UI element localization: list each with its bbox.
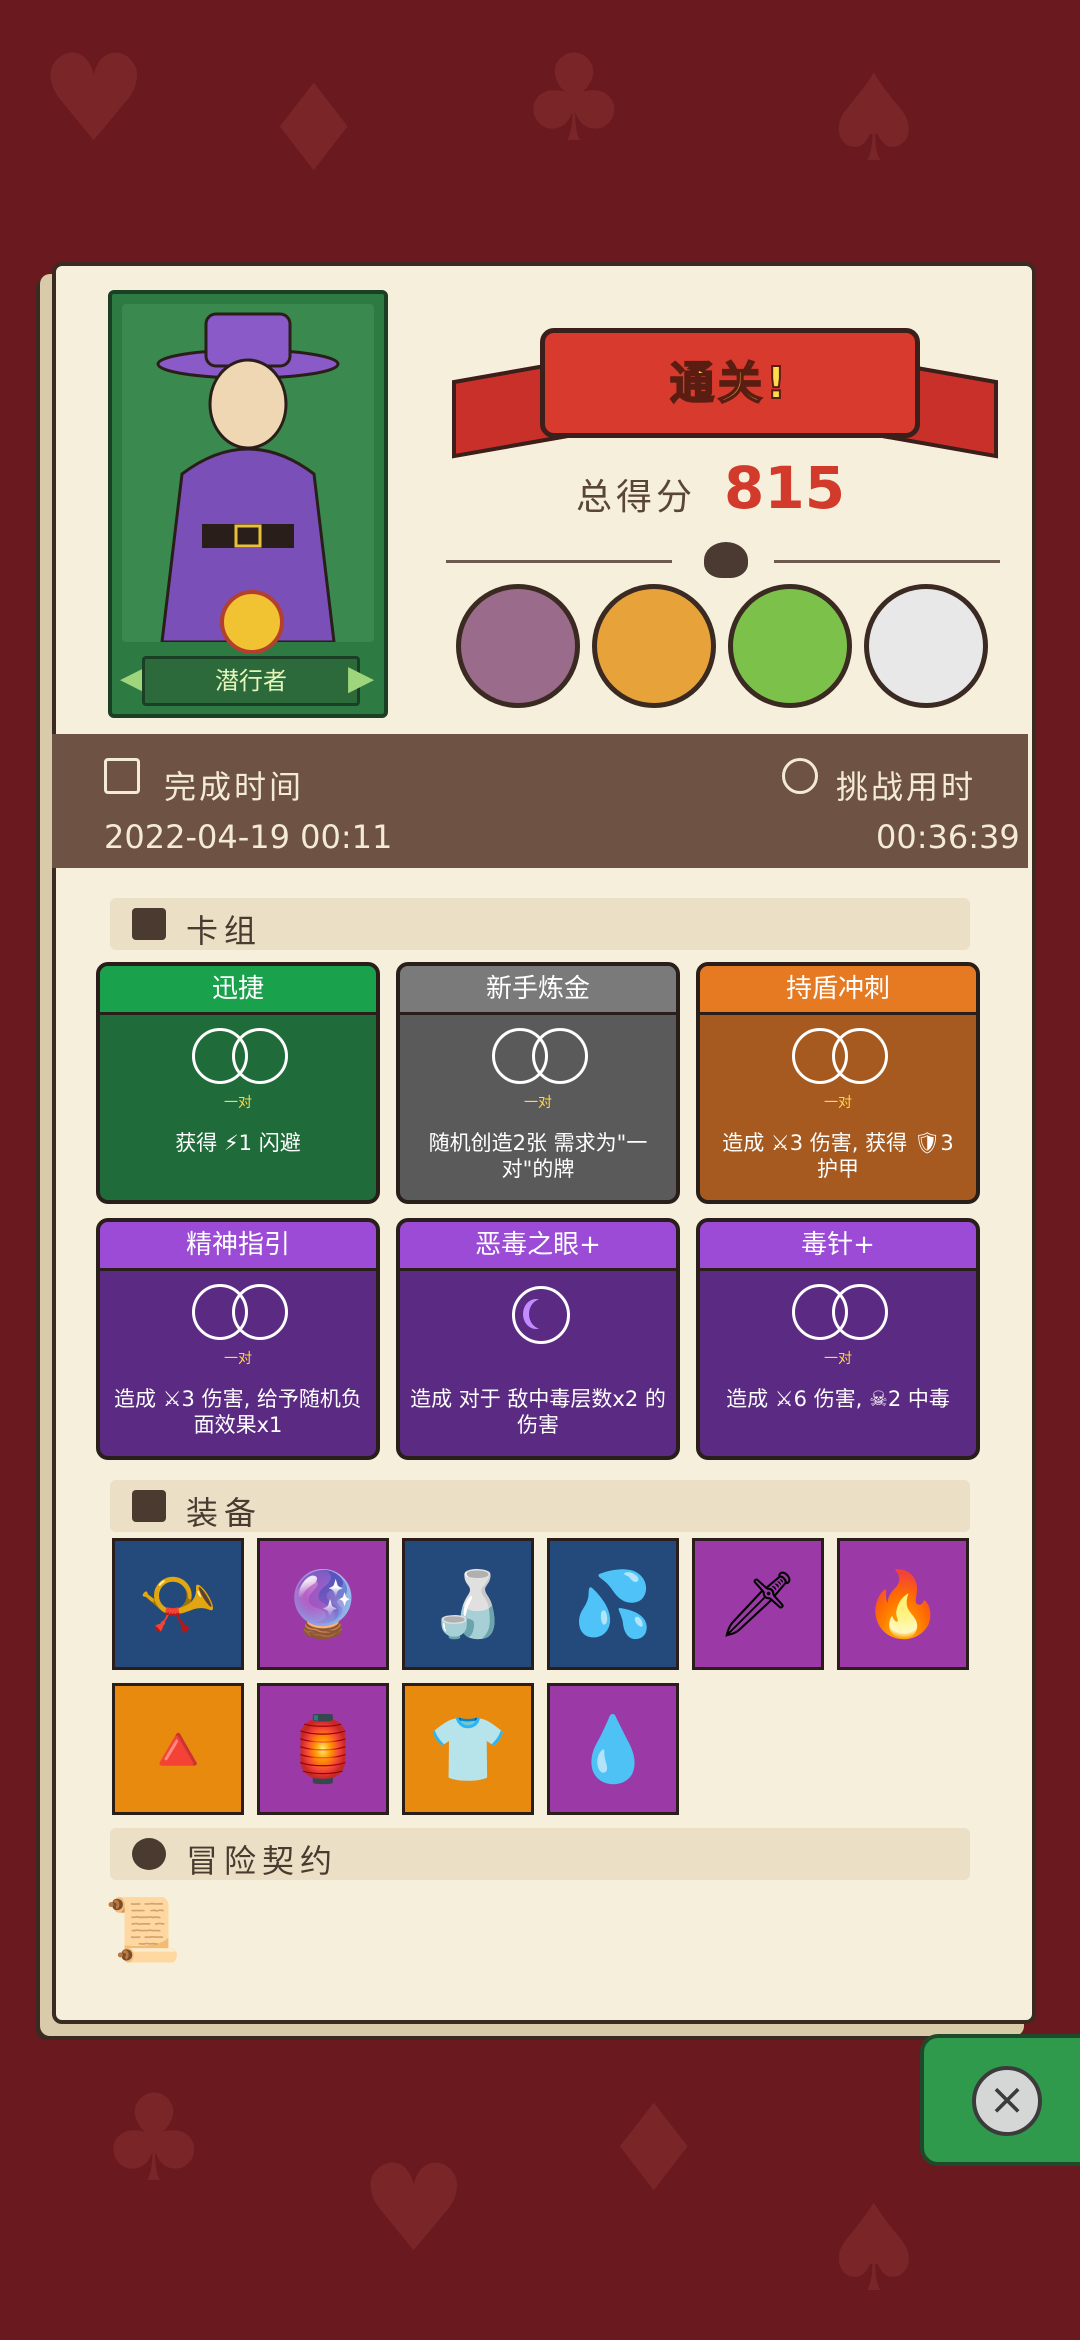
banner-text: 通关! — [669, 357, 791, 410]
score-label: 总得分 — [576, 477, 697, 518]
horn-icon[interactable]: 📯 — [112, 1538, 244, 1670]
card-description: 造成 ⚔6 伤害, ☠2 中毒 — [726, 1387, 950, 1411]
divider-left — [446, 560, 672, 563]
equipment-label: 装备 — [186, 1494, 263, 1532]
person-icon — [132, 1838, 166, 1870]
time-bar: 完成时间 2022-04-19 00:11 挑战用时 00:36:39 — [52, 734, 1028, 868]
close-button[interactable]: × — [920, 2034, 1080, 2166]
deck-card[interactable]: 恶毒之眼+ 造成 对于 敌中毒层数x2 的伤害 — [396, 1218, 680, 1460]
contract-section-header: 冒险契约 — [110, 1828, 970, 1880]
card-title: 新手炼金 — [400, 966, 676, 1015]
card-requirement: 一对 — [824, 1351, 852, 1367]
red-scroll-dagger-icon[interactable]: 🗡 — [692, 1538, 824, 1670]
card-title: 迅捷 — [100, 966, 376, 1015]
deck-card[interactable]: 新手炼金一对随机创造2张 需求为"一对"的牌 — [396, 962, 680, 1204]
deck-label: 卡组 — [186, 912, 263, 950]
deck-card[interactable]: 持盾冲刺一对造成 ⚔3 伤害, 获得 🛡3 护甲 — [696, 962, 980, 1204]
eye-pyramid-flask-icon[interactable]: 🔺 — [112, 1683, 244, 1815]
hero-name: 潜行者 — [142, 656, 360, 706]
deck-section-header: 卡组 — [110, 898, 970, 950]
orange-sweater-icon[interactable]: 👕 — [402, 1683, 534, 1815]
pair-rings-icon — [492, 1028, 592, 1088]
hero-medal-icon — [220, 590, 284, 654]
broken-bottle-icon[interactable]: 🍶 — [402, 1538, 534, 1670]
fire-dagger-icon[interactable]: 🔥 — [837, 1538, 969, 1670]
boss-portrait-2 — [592, 584, 716, 708]
deck-card[interactable]: 迅捷一对获得 ⚡1 闪避 — [96, 962, 380, 1204]
film-icon — [104, 758, 140, 794]
card-title: 精神指引 — [100, 1222, 376, 1271]
blue-flame-spirit-icon[interactable]: 💧 — [547, 1683, 679, 1815]
card-requirement: 一对 — [824, 1095, 852, 1111]
deck-card[interactable]: 精神指引一对造成 ⚔3 伤害, 给予随机负面效果x1 — [96, 1218, 380, 1460]
close-icon: × — [972, 2066, 1042, 2136]
score-value: 815 — [724, 454, 846, 522]
boss-portrait-4 — [864, 584, 988, 708]
duration-label: 挑战用时 — [836, 768, 977, 806]
pair-rings-icon — [792, 1284, 892, 1344]
card-title: 持盾冲刺 — [700, 966, 976, 1015]
card-description: 造成 ⚔3 伤害, 获得 🛡3 护甲 — [722, 1131, 954, 1181]
complete-time-label: 完成时间 — [164, 768, 305, 806]
card-description: 造成 ⚔3 伤害, 给予随机负面效果x1 — [114, 1387, 362, 1437]
pair-rings-icon — [192, 1028, 292, 1088]
boss-portrait-3 — [728, 584, 852, 708]
pair-rings-icon — [192, 1284, 292, 1344]
card-title: 毒针+ — [700, 1222, 976, 1271]
complete-time-value: 2022-04-19 00:11 — [104, 818, 393, 856]
equipment-section-header: 装备 — [110, 1480, 970, 1532]
card-requirement: 一对 — [524, 1095, 552, 1111]
deck-card[interactable]: 毒针+ 一对造成 ⚔6 伤害, ☠2 中毒 — [696, 1218, 980, 1460]
stopwatch-icon — [782, 758, 818, 794]
boss-portrait-1 — [456, 584, 580, 708]
boss-skull-icon — [704, 542, 748, 578]
card-description: 获得 ⚡1 闪避 — [175, 1131, 301, 1155]
pair-rings-icon — [792, 1028, 892, 1088]
card-description: 随机创造2张 需求为"一对"的牌 — [428, 1131, 648, 1181]
hero-portrait: ◀ 潜行者 ▶ — [108, 290, 388, 718]
victory-banner: 通关! — [540, 328, 920, 438]
contract-scroll-icon[interactable]: 📜 — [104, 1890, 181, 1970]
purple-splash-icon[interactable]: 💦 — [547, 1538, 679, 1670]
card-title: 恶毒之眼+ — [400, 1222, 676, 1271]
contract-label: 冒险契约 — [186, 1842, 339, 1880]
card-description: 造成 对于 敌中毒层数x2 的伤害 — [410, 1387, 666, 1437]
hero-next-arrow-icon[interactable]: ▶ — [348, 658, 374, 698]
box-icon — [132, 1490, 166, 1522]
moon-icon — [512, 1286, 570, 1344]
heart-lantern-icon[interactable]: 🏮 — [257, 1683, 389, 1815]
cards-icon — [132, 908, 166, 940]
duration-value: 00:36:39 — [876, 818, 1020, 856]
card-requirement: 一对 — [224, 1351, 252, 1367]
crystal-shell-icon[interactable]: 🔮 — [257, 1538, 389, 1670]
divider-right — [774, 560, 1000, 563]
card-requirement: 一对 — [224, 1095, 252, 1111]
